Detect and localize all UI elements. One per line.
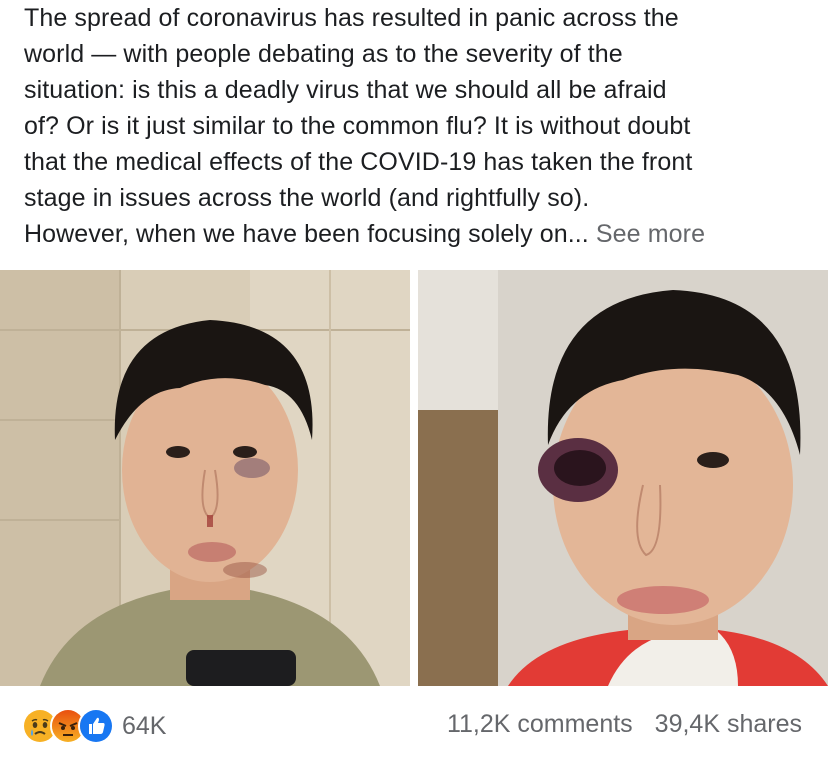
post-text-line: situation: is this a deadly virus that w… [24,76,667,104]
comments-count-link[interactable]: 11,2K comments [447,710,633,739]
reactions-summary[interactable]: 64K [22,706,166,746]
like-reaction-icon [78,708,114,744]
post-text-line: However, when we have been focusing sole… [24,220,589,248]
post-text-line: stage in issues across the world (and ri… [24,184,590,212]
see-more-link[interactable]: See more [596,220,705,248]
reactions-count: 64K [122,711,167,740]
post-text-line: that the medical effects of the COVID-19… [24,148,693,176]
post-footer: 64K 11,2K comments 39,4K shares [0,686,828,762]
post-text-line: world — with people debating as to the s… [24,40,623,68]
shares-count-link[interactable]: 39,4K shares [655,710,802,739]
post-stats: 11,2K comments 39,4K shares [447,710,802,739]
post-text-line: The spread of coronavirus has resulted i… [24,4,679,32]
photo-selfie-injured-face-2[interactable] [418,270,828,686]
photo-selfie-injured-face-1[interactable] [0,270,410,686]
post-text-line: of? Or is it just similar to the common … [24,112,691,140]
photo-grid [0,270,828,686]
post-text-last-line: However, when we have been focusing sole… [24,216,814,252]
post-text: The spread of coronavirus has resulted i… [24,0,814,252]
